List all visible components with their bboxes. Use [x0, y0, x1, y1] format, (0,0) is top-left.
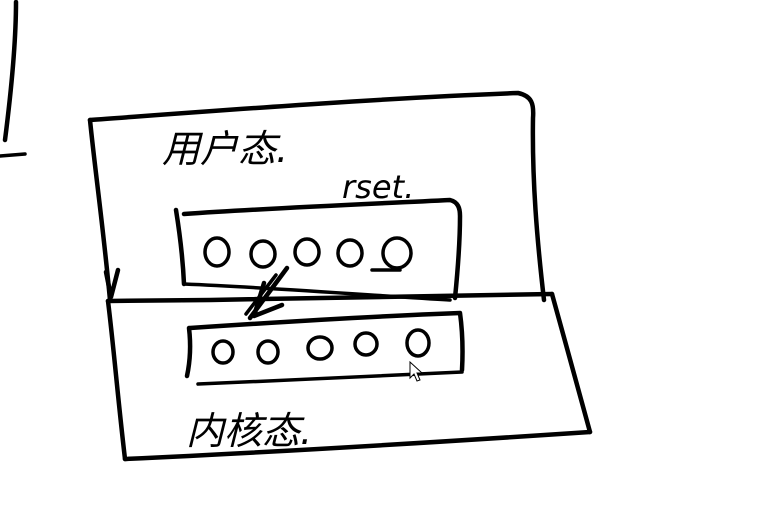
- kernel-bitmap-cell-3: [306, 335, 334, 361]
- user-mode-label: 用户态.: [162, 127, 288, 171]
- arrow-down-left-icon: [244, 265, 290, 321]
- kernel-mode-label: 内核态.: [186, 409, 312, 453]
- mouse-cursor-icon: [409, 360, 424, 382]
- kernel-bitmap-cell-4: [353, 331, 379, 357]
- user-space-box: [87, 90, 547, 303]
- whiteboard-canvas: 用户态. rset. 内核态.: [0, 0, 593, 462]
- fd-set-label: rset.: [342, 168, 414, 206]
- user-bitmap-cell-5: [381, 236, 413, 270]
- kernel-bitmap-cell-2: [256, 339, 280, 365]
- user-bitmap-cell-4: [336, 238, 364, 268]
- left-edge-strokes: [0, 0, 27, 158]
- kernel-bitmap-cell-1: [211, 339, 235, 365]
- user-bitmap-cell-2: [249, 239, 277, 269]
- kernel-bitmap-cell-5: [405, 328, 431, 358]
- user-bitmap-cells: [203, 236, 413, 272]
- user-bitmap-cell-1: [203, 236, 231, 268]
- kernel-bitmap-cells: [211, 328, 431, 365]
- user-bitmap: [173, 197, 463, 302]
- user-bitmap-cell-3: [293, 237, 321, 267]
